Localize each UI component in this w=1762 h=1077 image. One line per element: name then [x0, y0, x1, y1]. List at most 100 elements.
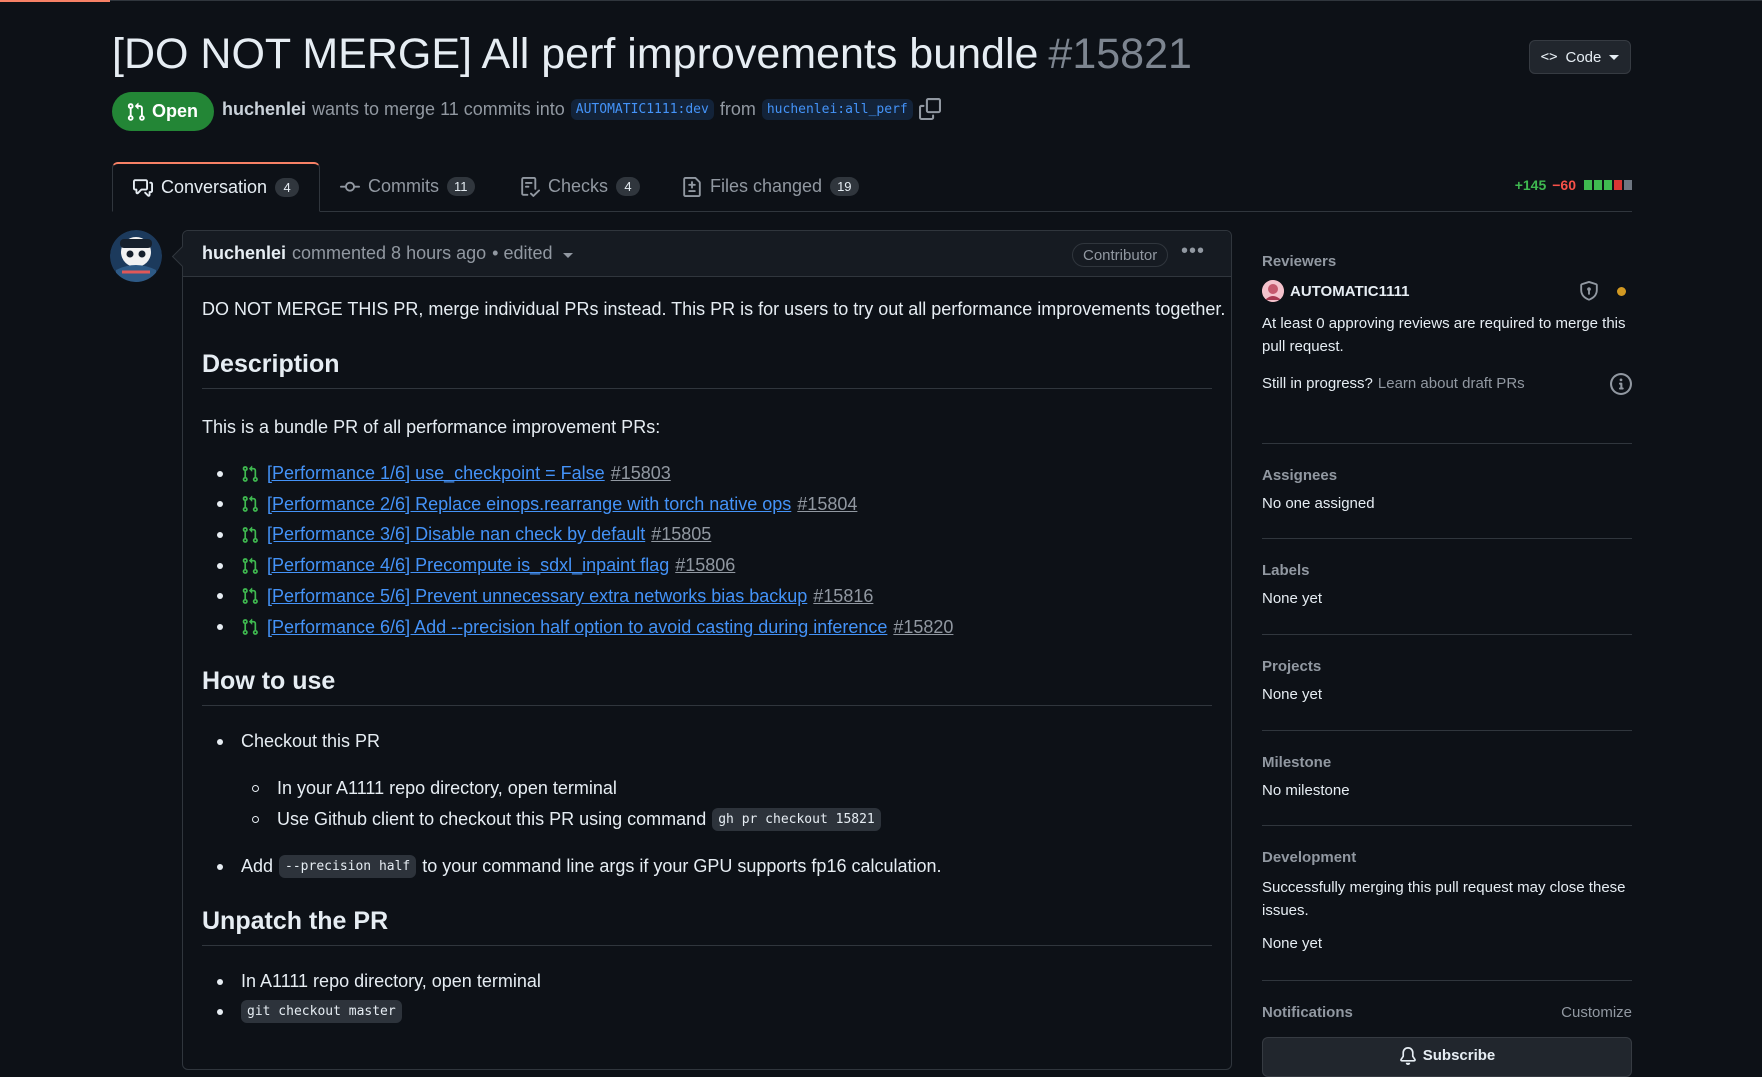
code-snippet[interactable]: git checkout master — [241, 1000, 402, 1023]
pr-list-item: [Performance 2/6] Replace einops.rearran… — [217, 494, 857, 515]
reviewer-name[interactable]: AUTOMATIC1111 — [1290, 283, 1410, 300]
edited-toggle[interactable]: • edited — [492, 243, 552, 264]
pull-request-merged-icon — [242, 465, 258, 482]
additions-count: +145 — [1514, 177, 1547, 193]
assignees-value: No one assigned — [1262, 495, 1375, 512]
assignees-section: Assignees No one assigned — [1262, 467, 1632, 515]
milestone-label[interactable]: Milestone — [1262, 754, 1632, 771]
reviewer-avatar[interactable] — [1262, 280, 1284, 302]
list-item: In A1111 repo directory, open terminal — [217, 971, 541, 992]
projects-section: Projects None yet — [1262, 658, 1632, 706]
top-accent — [0, 0, 110, 2]
projects-value: None yet — [1262, 686, 1323, 703]
tab-label: Commits — [368, 176, 439, 196]
assignees-label[interactable]: Assignees — [1262, 467, 1632, 484]
kebab-menu-icon[interactable]: ••• — [1181, 240, 1205, 263]
labels-value: None yet — [1262, 590, 1323, 607]
tab-conversation[interactable]: Conversation 4 — [112, 162, 321, 212]
reviewers-label[interactable]: Reviewers — [1262, 253, 1632, 270]
pr-tabs: Conversation 4 Commits 11 Checks 4 Files… — [112, 162, 1632, 212]
list-item: In your A1111 repo directory, open termi… — [252, 778, 617, 799]
divider — [1262, 730, 1632, 731]
pull-request-merged-icon — [242, 587, 258, 605]
pr-number: #15821 — [1048, 30, 1192, 78]
draft-link[interactable]: Learn about draft PRs — [1378, 375, 1525, 392]
list-item: Checkout this PR — [217, 731, 380, 752]
status-label: Open — [152, 101, 199, 121]
heading-how-to-use: How to use — [202, 667, 1212, 706]
subscribe-button[interactable]: Subscribe — [1262, 1037, 1632, 1077]
development-note: Successfully merging this pull request m… — [1262, 879, 1626, 919]
checklist-icon — [521, 176, 540, 197]
pr-link[interactable]: [Performance 4/6] Precompute is_sdxl_inp… — [267, 555, 669, 576]
shield-icon — [1580, 281, 1598, 301]
projects-label[interactable]: Projects — [1262, 658, 1632, 675]
tab-label: Checks — [548, 176, 609, 196]
pr-ref-number[interactable]: #15805 — [651, 524, 711, 545]
bell-icon — [1399, 1047, 1416, 1065]
code-button[interactable]: <> Code — [1529, 40, 1631, 74]
base-branch[interactable]: AUTOMATIC1111:dev — [570, 98, 714, 120]
pull-request-merged-icon — [242, 526, 258, 543]
pr-list-item: [Performance 5/6] Prevent unnecessary ex… — [217, 586, 873, 607]
tab-count: 11 — [447, 177, 475, 196]
development-value: None yet — [1262, 935, 1323, 952]
pr-link[interactable]: [Performance 1/6] use_checkpoint = False — [267, 463, 605, 484]
tab-count: 19 — [830, 177, 859, 196]
pr-ref-number[interactable]: #15803 — [611, 463, 671, 484]
pr-ref-number[interactable]: #15820 — [893, 617, 953, 638]
divider — [1262, 443, 1632, 444]
pr-link[interactable]: [Performance 2/6] Replace einops.rearran… — [267, 494, 791, 515]
tab-count: 4 — [275, 178, 300, 197]
reviewers-note: At least 0 approving reviews are require… — [1262, 315, 1626, 355]
comment-time[interactable]: commented 8 hours ago — [292, 243, 486, 264]
tab-files-changed[interactable]: Files changed 19 — [682, 162, 859, 211]
draft-row: Still in progress? Learn about draft PRs — [1262, 373, 1632, 395]
merge-meta: huchenlei wants to merge 11 commits into… — [222, 98, 941, 120]
divider — [1262, 980, 1632, 981]
tab-label: Files changed — [710, 176, 823, 196]
pr-ref-number[interactable]: #15804 — [797, 494, 857, 515]
subscribe-label: Subscribe — [1422, 1047, 1496, 1064]
contributor-badge: Contributor — [1072, 243, 1169, 267]
list-item: git checkout master — [217, 1000, 402, 1023]
author-link[interactable]: huchenlei — [222, 99, 306, 120]
bullet — [217, 624, 223, 630]
pr-ref-number[interactable]: #15816 — [813, 586, 873, 607]
pr-ref-number[interactable]: #15806 — [675, 555, 735, 576]
tab-commits[interactable]: Commits 11 — [340, 162, 475, 211]
pr-link[interactable]: [Performance 5/6] Prevent unnecessary ex… — [267, 586, 807, 607]
tab-checks[interactable]: Checks 4 — [520, 162, 641, 211]
reviewers-section: Reviewers AUTOMATIC1111 At least 0 appro… — [1262, 253, 1632, 395]
labels-label[interactable]: Labels — [1262, 562, 1632, 579]
code-snippet[interactable]: --precision half — [279, 855, 417, 878]
file-diff-icon — [683, 176, 701, 197]
code-snippet[interactable]: gh pr checkout 15821 — [712, 808, 881, 831]
info-icon[interactable] — [1610, 373, 1632, 395]
chevron-down-icon[interactable] — [562, 252, 573, 258]
development-section: Development Successfully merging this pu… — [1262, 849, 1632, 955]
wants-text: wants to merge 11 commits into — [312, 98, 565, 119]
pr-link[interactable]: [Performance 3/6] Disable nan check by d… — [267, 524, 645, 545]
divider — [1262, 825, 1632, 826]
head-branch[interactable]: huchenlei:all_perf — [761, 98, 913, 120]
avatar[interactable] — [110, 230, 162, 282]
comment-author[interactable]: huchenlei — [202, 243, 286, 264]
copy-icon[interactable] — [918, 98, 941, 120]
commit-icon — [340, 181, 360, 192]
pr-list-item: [Performance 3/6] Disable nan check by d… — [217, 524, 711, 545]
milestone-section: Milestone No milestone — [1262, 754, 1632, 802]
bullet — [217, 593, 223, 600]
list-item: Use Github client to checkout this PR us… — [252, 808, 881, 831]
pr-link[interactable]: [Performance 6/6] Add --precision half o… — [267, 617, 887, 638]
code-icon: <> — [1540, 49, 1558, 65]
development-label[interactable]: Development — [1262, 849, 1632, 866]
comment-header: huchenlei commented 8 hours ago • edited… — [183, 231, 1231, 277]
divider — [1262, 538, 1632, 539]
customize-link[interactable]: Customize — [1561, 1004, 1632, 1021]
heading-description: Description — [202, 350, 1212, 389]
bullet — [217, 562, 223, 569]
tab-label: Conversation — [161, 177, 268, 197]
diffstat[interactable]: +145 −60 — [1515, 177, 1632, 193]
pr-list-item: [Performance 4/6] Precompute is_sdxl_inp… — [217, 555, 735, 576]
